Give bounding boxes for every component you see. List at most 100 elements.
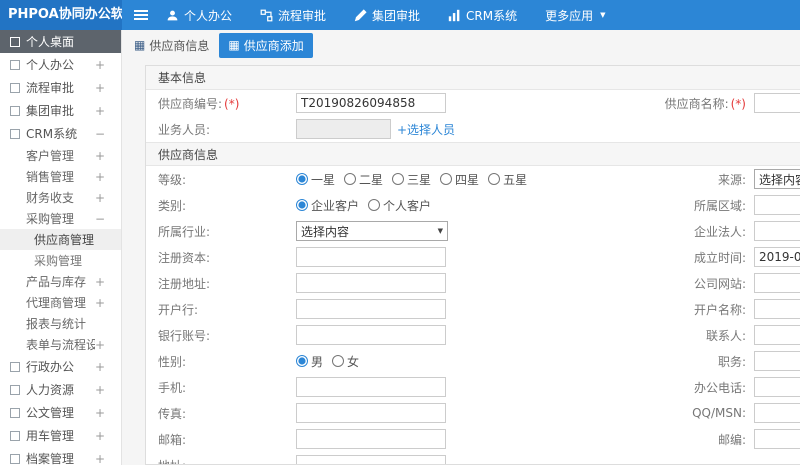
nav-group-approval[interactable]: 集团审批	[354, 7, 420, 24]
radio-input[interactable]	[440, 173, 453, 185]
expand-toggle[interactable]: +	[95, 81, 105, 95]
sidebar-item-agent-mgmt[interactable]: 代理商管理 +	[0, 292, 121, 313]
sidebar-item-finance[interactable]: 财务收支 +	[0, 187, 121, 208]
fax-input[interactable]	[296, 403, 446, 423]
region-input[interactable]	[754, 195, 800, 215]
radio-input[interactable]	[332, 355, 345, 367]
position-input[interactable]	[754, 351, 800, 371]
tab-supplier-add[interactable]: ▦ 供应商添加	[219, 32, 313, 58]
website-input[interactable]	[754, 273, 800, 293]
expand-toggle[interactable]: −	[95, 212, 105, 226]
office-phone-input[interactable]	[754, 377, 800, 397]
category-radio-group-option[interactable]: 个人客户	[368, 197, 431, 214]
business-person-input[interactable]	[296, 119, 391, 139]
supplier-name-input[interactable]	[754, 93, 800, 113]
nav-more-apps[interactable]: 更多应用 ▼	[545, 7, 605, 24]
sidebar-item-document-mgmt[interactable]: 公文管理 +	[0, 401, 121, 424]
form-label: 邮箱:	[158, 432, 187, 447]
bank-branch-input[interactable]	[296, 299, 446, 319]
registered-address-input[interactable]	[296, 273, 446, 293]
expand-toggle[interactable]: +	[95, 275, 105, 289]
menu-toggle-button[interactable]	[122, 0, 160, 30]
sidebar-item-product-inventory[interactable]: 产品与库存 +	[0, 271, 121, 292]
radio-input[interactable]	[296, 173, 308, 185]
form-field	[754, 247, 800, 267]
form-label: 公司网站:	[693, 276, 746, 291]
sidebar-item-personal-desktop[interactable]: 个人桌面	[0, 30, 121, 53]
sidebar-item-vehicle-mgmt[interactable]: 用车管理 +	[0, 424, 121, 447]
choose-person-link[interactable]: +选择人员	[397, 121, 455, 138]
expand-toggle[interactable]: +	[95, 406, 105, 420]
level-radio-group-option[interactable]: 二星	[344, 171, 383, 188]
expand-toggle[interactable]: +	[95, 149, 105, 163]
expand-toggle[interactable]: +	[95, 58, 105, 72]
account-name-input[interactable]	[754, 299, 800, 319]
form-label: 供应商名称: (*)	[664, 96, 746, 111]
sidebar-item-archive-mgmt[interactable]: 档案管理 +	[0, 447, 121, 465]
form-field	[754, 195, 800, 215]
contact-input[interactable]	[754, 325, 800, 345]
qq-msn-input[interactable]	[754, 403, 800, 423]
level-radio-group-option[interactable]: 四星	[440, 171, 479, 188]
category-radio-group-option[interactable]: 企业客户	[296, 197, 359, 214]
form-row: 注册资本: 成立时间:	[146, 244, 800, 270]
sidebar-item-group-approval[interactable]: 集团审批 +	[0, 99, 121, 122]
address-input[interactable]	[296, 455, 446, 464]
form-label: 银行账号:	[158, 328, 211, 343]
sidebar-item-workflow-approval[interactable]: 流程审批 +	[0, 76, 121, 99]
nav-workflow-approval[interactable]: 流程审批	[260, 7, 326, 24]
registered-capital-input[interactable]	[296, 247, 446, 267]
bank-account-input[interactable]	[296, 325, 446, 345]
expand-toggle[interactable]: +	[95, 360, 105, 374]
sidebar-item-purchase-mgmt-sub[interactable]: 采购管理	[0, 250, 121, 271]
nav-crm-system[interactable]: CRM系统	[448, 7, 517, 24]
radio-input[interactable]	[296, 199, 308, 211]
radio-input[interactable]	[344, 173, 357, 185]
sidebar-item-hr[interactable]: 人力资源 +	[0, 378, 121, 401]
expand-toggle[interactable]: −	[95, 127, 105, 141]
form-label: 手机:	[158, 380, 187, 395]
form-label: 开户行:	[158, 302, 199, 317]
expand-toggle[interactable]: +	[95, 296, 105, 310]
gender-radio-group-option[interactable]: 女	[332, 353, 359, 370]
zip-input[interactable]	[754, 429, 800, 449]
radio-input[interactable]	[392, 173, 405, 185]
nav-personal-office[interactable]: 个人办公	[166, 7, 232, 24]
expand-toggle[interactable]: +	[95, 170, 105, 184]
legal-person-input[interactable]	[754, 221, 800, 241]
tab-supplier-info[interactable]: ▦ 供应商信息	[134, 37, 209, 54]
sidebar-item-purchase-mgmt[interactable]: 采购管理 −	[0, 208, 121, 229]
supplier-form-panel: 基本信息供应商编号:(*) 供应商名称:(*) 业务人员: +选择人员供应商信息等级:…	[145, 65, 800, 465]
level-radio-group-option[interactable]: 一星	[296, 171, 335, 188]
sidebar-item-customer-mgmt[interactable]: 客户管理 +	[0, 145, 121, 166]
expand-toggle[interactable]: +	[95, 338, 105, 352]
sidebar-item-admin-office[interactable]: 行政办公 +	[0, 355, 121, 378]
sidebar-item-personal-office[interactable]: 个人办公 +	[0, 53, 121, 76]
gender-radio-group-option[interactable]: 男	[296, 353, 323, 370]
sidebar-item-supplier-mgmt[interactable]: 供应商管理	[0, 229, 121, 250]
radio-input[interactable]	[368, 199, 381, 211]
sidebar-item-crm-system[interactable]: CRM系统 −	[0, 122, 121, 145]
flow-icon	[10, 82, 20, 93]
email-input[interactable]	[296, 429, 446, 449]
expand-toggle[interactable]: +	[95, 429, 105, 443]
expand-toggle[interactable]: +	[95, 452, 105, 465]
sidebar-item-reports[interactable]: 报表与统计	[0, 313, 121, 334]
sidebar-item-label: 客户管理	[26, 149, 75, 163]
radio-input[interactable]	[296, 355, 308, 367]
supplier-code-input[interactable]	[296, 93, 446, 113]
established-date-input[interactable]	[754, 247, 800, 267]
sidebar-item-sales-mgmt[interactable]: 销售管理 +	[0, 166, 121, 187]
industry-select[interactable]: 选择内容 ▼	[296, 221, 448, 241]
section-header: 供应商信息	[146, 142, 800, 166]
sidebar-item-form-flow-settings[interactable]: 表单与流程设置+	[0, 334, 121, 355]
level-radio-group-option[interactable]: 三星	[392, 171, 431, 188]
radio-input[interactable]	[488, 173, 501, 185]
mobile-input[interactable]	[296, 377, 446, 397]
level-radio-group-option[interactable]: 五星	[488, 171, 527, 188]
tab-bar: ▦ 供应商信息 ▦ 供应商添加	[122, 30, 800, 60]
expand-toggle[interactable]: +	[95, 191, 105, 205]
source-select[interactable]: 选择内容▼	[754, 169, 800, 189]
expand-toggle[interactable]: +	[95, 383, 105, 397]
expand-toggle[interactable]: +	[95, 104, 105, 118]
